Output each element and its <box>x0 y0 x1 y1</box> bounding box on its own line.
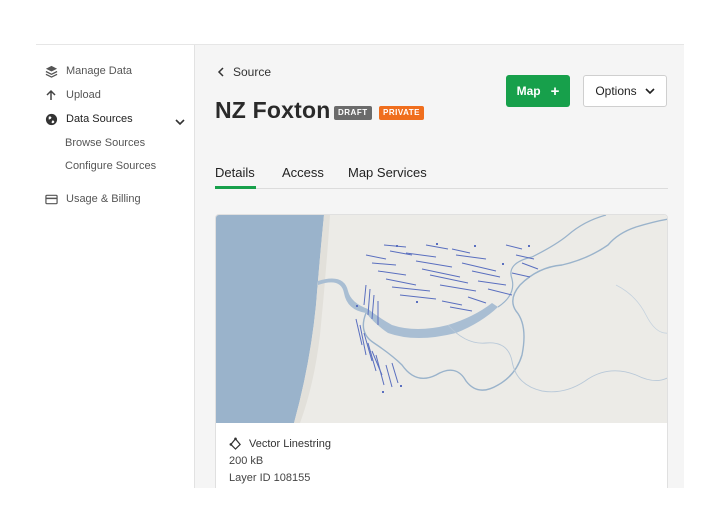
options-button[interactable]: Options <box>583 75 667 107</box>
private-badge: PRIVATE <box>379 106 424 120</box>
breadcrumb-label: Source <box>233 65 272 79</box>
upload-arrow-icon <box>44 88 58 102</box>
chevron-down-icon[interactable] <box>174 116 186 128</box>
app-frame: Manage Data Upload Data Sources Browse S… <box>36 44 684 488</box>
options-button-label: Options <box>595 84 637 98</box>
map-preview[interactable] <box>216 215 668 423</box>
tab-map-services[interactable]: Map Services <box>348 165 427 180</box>
sidebar-item-label: Upload <box>66 89 101 101</box>
chevron-down-icon <box>645 88 655 95</box>
breadcrumb[interactable]: Source <box>217 65 271 79</box>
source-card: Vector Linestring 200 kB Layer ID 108155 <box>215 214 668 488</box>
tab-details[interactable]: Details <box>215 165 255 180</box>
chevron-left-icon <box>217 67 224 77</box>
tab-access[interactable]: Access <box>282 165 324 180</box>
sidebar-subitem-configure-sources[interactable]: Configure Sources <box>65 160 156 172</box>
sidebar-subitem-browse-sources[interactable]: Browse Sources <box>65 137 145 149</box>
globe-icon <box>44 112 58 126</box>
sidebar-item-usage-billing[interactable]: Usage & Billing <box>44 189 141 209</box>
linestring-icon <box>229 437 241 450</box>
sidebar-item-label: Manage Data <box>66 65 133 77</box>
sidebar-item-manage-data[interactable]: Manage Data <box>44 61 132 81</box>
sidebar-item-data-sources[interactable]: Data Sources <box>44 109 133 129</box>
sidebar-item-upload[interactable]: Upload <box>44 85 101 105</box>
sidebar: Manage Data Upload Data Sources Browse S… <box>36 45 195 488</box>
layers-icon <box>44 64 58 78</box>
map-button-label: Map <box>516 84 541 98</box>
draft-badge: DRAFT <box>334 106 372 120</box>
file-size: 200 kB <box>229 455 264 467</box>
credit-card-icon <box>44 192 58 206</box>
geometry-type: Vector Linestring <box>229 437 331 450</box>
main-content: Source NZ Foxton DRAFT PRIVATE Map + Opt… <box>195 45 684 488</box>
active-tab-indicator <box>215 186 256 189</box>
page-title: NZ Foxton <box>215 97 331 123</box>
sidebar-item-label: Usage & Billing <box>66 193 141 205</box>
layer-id: Layer ID 108155 <box>229 472 311 484</box>
geometry-type-label: Vector Linestring <box>249 437 331 450</box>
sidebar-item-label: Data Sources <box>66 113 133 125</box>
tab-bar: Details Access Map Services <box>215 163 668 189</box>
plus-icon: + <box>550 82 560 100</box>
map-button[interactable]: Map + <box>506 75 570 107</box>
